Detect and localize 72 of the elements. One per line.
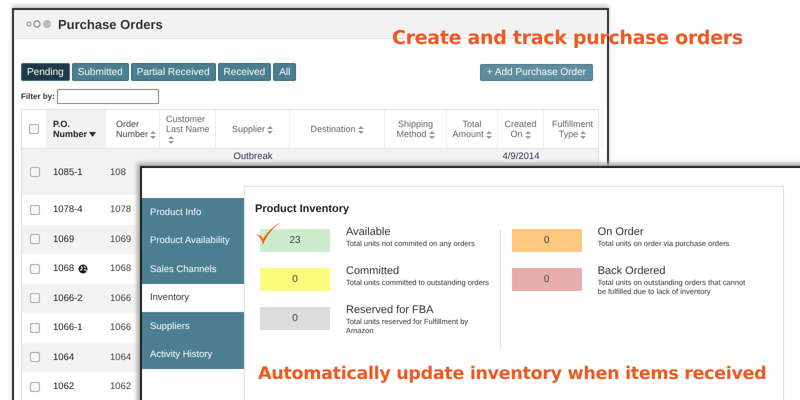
row-checkbox[interactable] [30,204,40,215]
po-number: 1069 [53,234,74,245]
stat-value: 0 [512,268,582,291]
po-number: 1066-2 [53,292,83,304]
status-tab[interactable]: Received [218,63,272,81]
sort-icon [580,130,586,139]
row-checkbox[interactable] [30,293,40,304]
row-checkbox[interactable] [30,352,40,362]
column-header[interactable]: Fulfillment Type [544,119,601,139]
row-checkbox[interactable] [30,234,40,244]
sort-icon [168,136,174,144]
row-checkbox[interactable] [30,322,40,333]
row-checkbox[interactable] [30,264,40,274]
created-date: 4/9/2014 [502,151,540,162]
sort-down-icon [89,132,96,138]
sidebar-item[interactable]: Activity History [142,340,244,369]
stat-label: Committed [346,265,400,277]
stat-value: 0 [260,307,330,330]
sidebar-item[interactable]: Suppliers [142,312,244,340]
stat-label: Back Ordered [598,265,667,277]
filter-label: Filter by: [21,92,55,101]
po-number: 1064 [53,352,74,363]
sort-icon [428,130,435,139]
stat-value: 0 [260,268,330,291]
sort-icon [150,130,156,139]
po-number: 1068 [53,263,74,274]
caption: Automatically update inventory when items received [258,364,766,384]
status-tab[interactable]: Partial Received [130,63,216,81]
row-checkbox[interactable] [30,382,40,392]
window-title: Purchase Orders [58,16,163,32]
dots-icon [26,19,52,29]
column-header[interactable]: Destination [310,124,364,134]
po-number: 1085-1 [53,166,83,178]
order-number: 1066 [109,322,132,334]
panel-heading: Product Inventory [255,203,350,215]
po-number: 1062 [53,381,74,392]
sort-icon [486,130,492,139]
filter-field[interactable] [56,89,159,104]
order-number: 1078 [109,204,132,216]
stat-value: 0 [512,229,582,252]
column-header[interactable]: Created On [498,119,543,139]
sidebar-item[interactable]: Product Availability [142,226,244,255]
sidebar-item[interactable]: Inventory [142,284,244,312]
order-number: 1066 [109,292,132,304]
add-purchase-order-button[interactable]: + Add Purchase Order [480,64,593,80]
column-header[interactable]: Total Amount [447,119,497,139]
status-tab[interactable]: Submitted [72,63,129,81]
sidebar-item[interactable]: Sales Channels [142,255,244,284]
status-tab[interactable]: All [273,63,296,81]
row-checkbox[interactable] [30,167,40,177]
sidebar-item[interactable]: Product Info [142,198,244,226]
column-header[interactable]: Shipping Method [385,119,446,139]
supplier-name: Outbreak [233,151,273,162]
order-number: 1068 [109,263,132,274]
stat-label: On Order [598,226,645,238]
order-number: 1062 [109,381,132,392]
order-number: 1069 [109,234,132,245]
column-header[interactable]: Order Number [112,119,159,139]
sort-icon [267,126,274,134]
stat-label: Reserved for FBA [346,304,434,316]
sort-icon [524,130,530,139]
column-header[interactable]: Supplier [232,124,274,134]
column-header[interactable]: Customer Last Name [166,114,215,144]
po-number: 1066-1 [53,322,83,334]
stat-value: 23 [260,229,330,252]
order-number: 1064 [109,352,132,363]
select-all-checkbox[interactable] [29,124,39,134]
stat-label: Available [346,226,392,238]
order-number: 108 [109,166,126,178]
status-tab[interactable]: Pending [21,63,70,81]
sort-icon [358,126,364,134]
po-number: 1078-4 [53,204,83,216]
